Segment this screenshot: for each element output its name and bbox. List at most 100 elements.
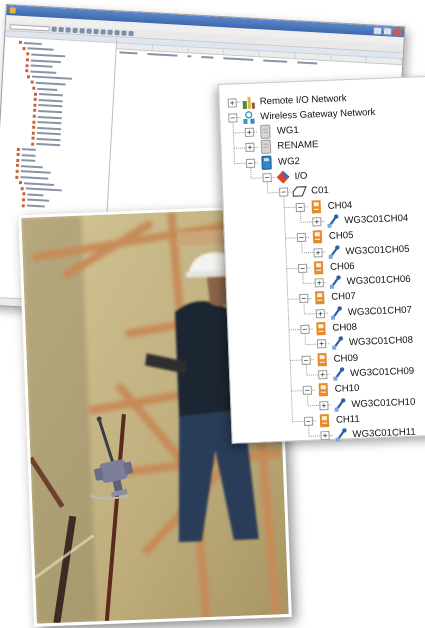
expand-toggle[interactable]: + [244,127,255,138]
collapse-toggle[interactable]: − [303,416,314,426]
tree-item-text [37,121,62,125]
tree-node-wg3c01ch11[interactable]: + WG3C01CH11 [320,424,416,444]
collapse-toggle[interactable]: − [262,173,272,183]
expand-toggle[interactable]: + [314,278,324,288]
toolbar-button[interactable] [79,27,85,33]
toolbar-button[interactable] [51,26,57,32]
device-tree-panel: + Remote I/O Network − Wireless Gateway Net… [218,75,425,444]
card-outline-icon [292,184,308,200]
tree-item-text [37,87,58,91]
channel-icon [313,321,329,337]
explorer-tree[interactable] [10,40,74,211]
tree-node-label: Wireless Gateway Network [260,106,376,123]
io-diamond-icon [275,169,291,185]
toolbar-combo[interactable] [9,23,50,31]
channel-icon [316,382,332,398]
expand-toggle[interactable]: + [227,97,237,108]
maximize-button[interactable] [382,27,393,36]
tree-node-label: CH09 [333,352,359,365]
collapse-toggle[interactable]: − [296,232,307,243]
collapse-toggle[interactable]: − [302,385,313,396]
tree-item-text [36,143,61,147]
toolbar-button[interactable] [72,27,78,33]
channel-icon [312,290,328,306]
collapse-toggle[interactable]: − [295,202,305,212]
tree-item-icon [18,41,22,45]
transmitter-icon [325,213,341,229]
tree-item-text [20,176,49,180]
tree-node-label: WG3C01CH06 [346,273,411,288]
tree-item-text [21,148,36,151]
tree-node-label: WG3C01CH08 [348,335,414,349]
tree-item-text [27,198,50,203]
tree-item-icon [22,192,26,196]
tree-node-label: I/O [294,170,308,183]
expand-toggle[interactable]: + [319,400,329,410]
transmitter-icon [327,274,343,290]
channel-icon [308,199,324,215]
transmitter-icon [330,336,346,352]
tree-item-icon [16,158,20,162]
tree-item-icon [32,120,36,124]
tree-item-text [27,193,44,197]
tree-node-label: WG1 [276,125,299,137]
transmitter-icon [329,305,345,321]
toolbar-button[interactable] [128,30,134,36]
tree-item-icon [15,164,20,168]
tree-item-text [38,104,63,108]
tree-item-text [21,159,36,163]
toolbar-button[interactable] [114,29,120,35]
expand-toggle[interactable]: + [312,217,322,227]
tree-item-text [38,93,64,97]
tree-item-icon [32,86,36,90]
tree-item-text [30,70,57,74]
expand-toggle[interactable]: + [315,308,326,319]
tree-item-icon [25,63,29,68]
toolbar-button[interactable] [58,26,64,32]
collapse-toggle[interactable]: − [301,355,311,365]
tree-item-icon [33,109,37,113]
tree-node-label: CH07 [331,291,357,304]
close-button[interactable] [392,27,403,37]
toolbar-button[interactable] [100,28,106,35]
channel-icon [311,260,327,276]
expand-toggle[interactable]: + [245,143,255,153]
channel-icon [314,352,330,368]
tree-node-label: C01 [310,185,329,197]
tree-item-icon [22,198,26,202]
expand-toggle[interactable]: + [320,431,330,441]
tree-item-icon [31,131,35,135]
tree-item-text [21,153,36,157]
collapse-toggle[interactable]: − [245,158,256,168]
toolbar-button[interactable] [86,28,92,34]
toolbar-button[interactable] [65,26,71,33]
window-controls [372,26,403,37]
toolbar-button[interactable] [93,28,99,34]
gateway-device-gray-icon [258,124,274,140]
collapse-toggle[interactable]: − [228,113,238,123]
transmitter-icon [333,427,349,443]
toolbar-button[interactable] [107,29,113,35]
collapse-toggle[interactable]: − [279,187,289,198]
tree-node-label: WG2 [277,155,301,168]
tree-item-icon [25,69,29,73]
tree-item-text [37,115,62,119]
gateway-device-blue-icon [259,155,275,171]
expand-toggle[interactable]: + [318,369,328,380]
tree-node-label: Remote I/O Network [259,92,347,107]
collapse-toggle[interactable]: − [300,324,310,335]
tree-node-label: RENAME [277,139,319,153]
minimize-button[interactable] [372,26,383,36]
toolbar-button[interactable] [121,30,127,36]
tree-item-text [36,132,61,136]
tree-node-label: CH04 [327,199,353,212]
tree-node-label: WG3C01CH09 [350,365,415,380]
tree-item-icon [33,97,37,102]
collapse-toggle[interactable]: − [299,294,309,304]
tree-item-text [27,47,54,52]
tree-node-label: WG3C01CH07 [347,304,413,318]
expand-toggle[interactable]: + [313,247,323,257]
expand-toggle[interactable]: + [316,339,327,349]
collapse-toggle[interactable]: − [297,263,308,273]
tree-item-icon [16,153,20,157]
